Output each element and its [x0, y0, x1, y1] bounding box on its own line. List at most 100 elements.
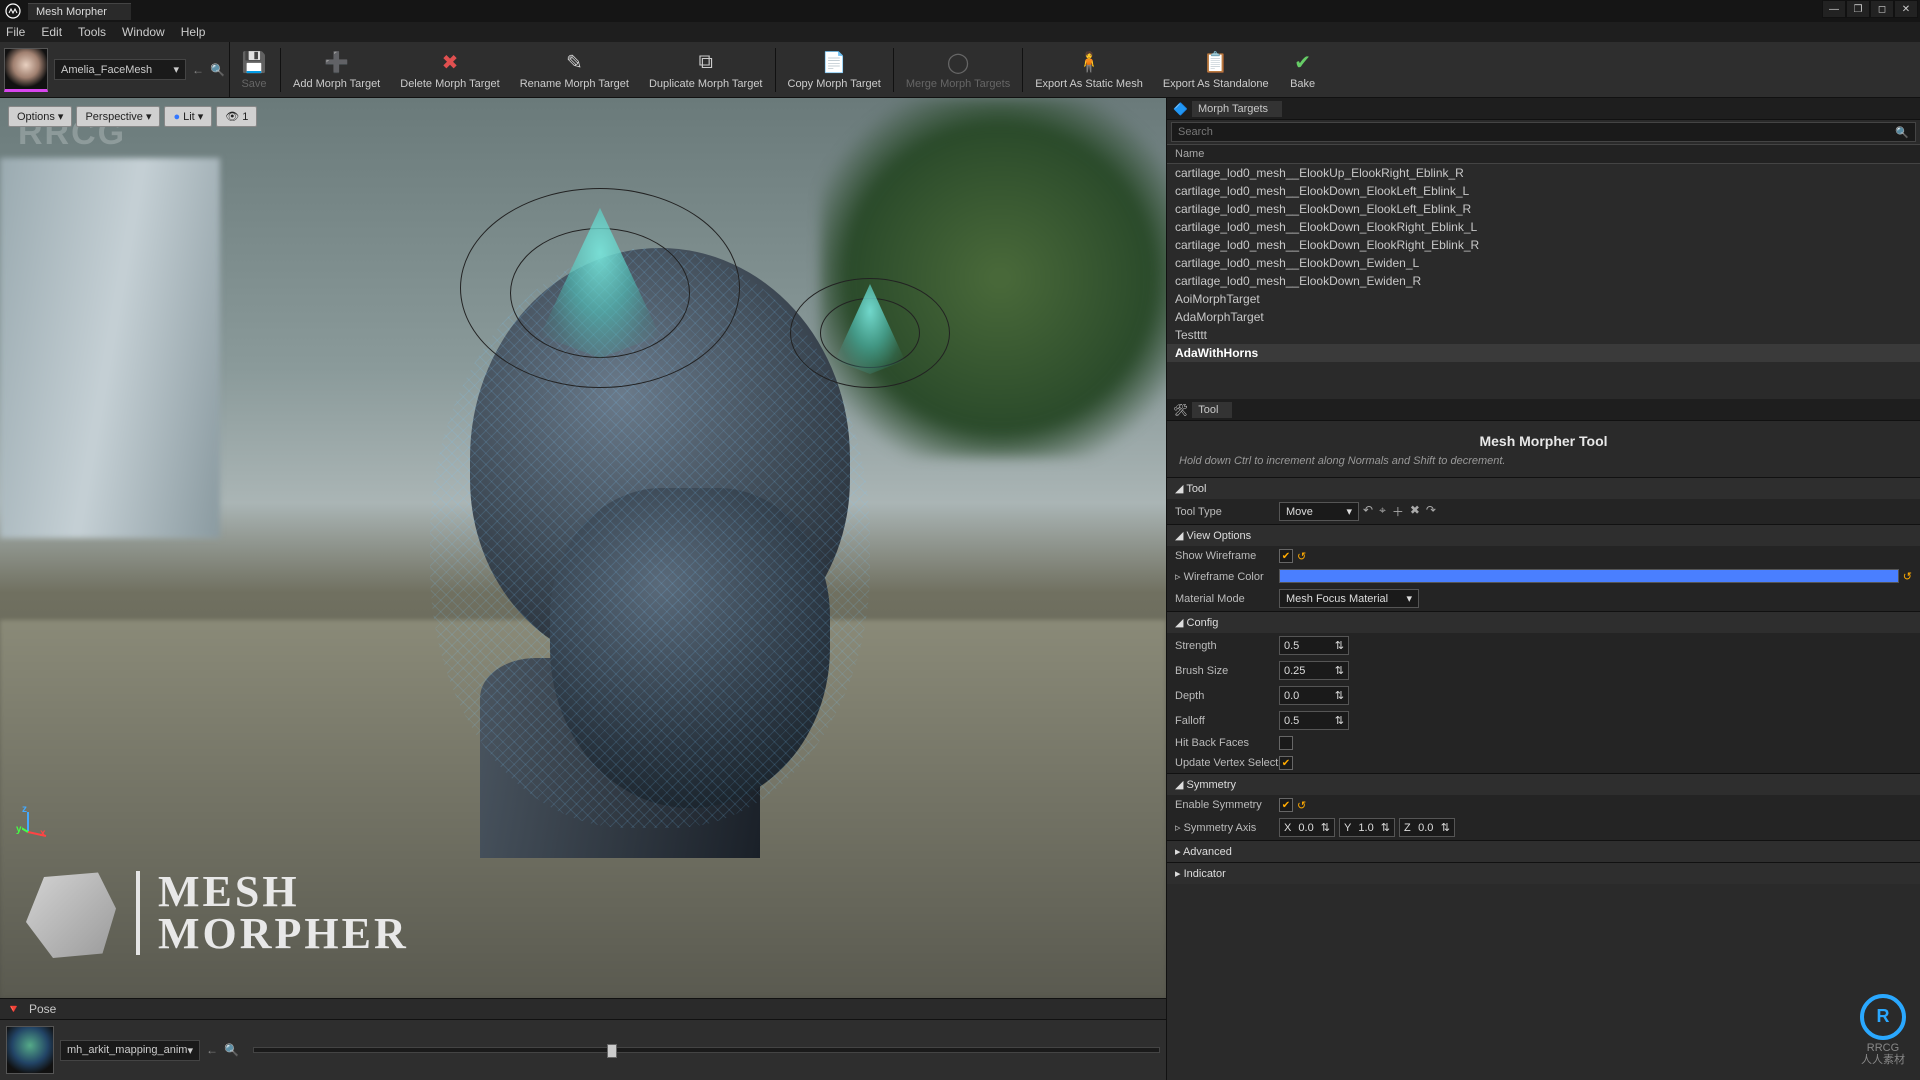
- spinner-icon[interactable]: ⇅: [1335, 714, 1344, 727]
- morph-target-row[interactable]: cartilage_lod0_mesh__ElookDown_Ewiden_R: [1167, 272, 1920, 290]
- asset-nav-back-icon[interactable]: ←: [192, 63, 204, 77]
- anim-nav-back-icon[interactable]: ←: [206, 1043, 218, 1057]
- pose-tab-label[interactable]: Pose: [29, 1002, 56, 1016]
- label-show-wireframe: Show Wireframe: [1175, 550, 1279, 562]
- morph-name-header[interactable]: Name: [1167, 144, 1920, 164]
- menu-tools[interactable]: Tools: [78, 25, 106, 39]
- hit-back-faces-checkbox[interactable]: [1279, 736, 1293, 750]
- morph-target-row[interactable]: cartilage_lod0_mesh__ElookDown_ElookRigh…: [1167, 236, 1920, 254]
- reset-target-icon[interactable]: ⌖: [1379, 503, 1386, 520]
- section-symmetry[interactable]: ◢ Symmetry: [1167, 774, 1920, 795]
- toolbar-rename-button[interactable]: ✎Rename Morph Target: [510, 42, 639, 98]
- pose-tab-bar: 🔻 Pose: [0, 998, 1166, 1020]
- section-config[interactable]: ◢ Config: [1167, 612, 1920, 633]
- logo-text-2: MORPHER: [158, 913, 409, 955]
- search-placeholder: Search: [1178, 126, 1213, 138]
- spinner-icon[interactable]: ⇅: [1321, 821, 1330, 834]
- toolbar-delete-button[interactable]: ✖Delete Morph Target: [390, 42, 509, 98]
- corner-logo-icon: R: [1860, 994, 1906, 1040]
- update-vertex-checkbox[interactable]: ✔: [1279, 756, 1293, 770]
- asset-thumbnail[interactable]: [4, 48, 48, 92]
- section-advanced[interactable]: ▸ Advanced: [1167, 841, 1920, 862]
- clear-icon[interactable]: ✖: [1410, 503, 1420, 520]
- brush-gizmo-left: [460, 158, 740, 438]
- toolbar-exportstand-button[interactable]: 📋Export As Standalone: [1153, 42, 1279, 98]
- merge-icon: ◯: [944, 50, 972, 76]
- label-hit-back-faces: Hit Back Faces: [1175, 737, 1279, 749]
- spinner-icon[interactable]: ⇅: [1441, 821, 1450, 834]
- morph-target-row[interactable]: AoiMorphTarget: [1167, 290, 1920, 308]
- minimize-button[interactable]: —: [1822, 0, 1846, 18]
- morph-target-row[interactable]: Testttt: [1167, 326, 1920, 344]
- anim-timeline[interactable]: [253, 1047, 1160, 1053]
- restore-button[interactable]: ❐: [1846, 0, 1870, 18]
- delete-label: Delete Morph Target: [400, 78, 499, 90]
- anim-thumbnail[interactable]: [6, 1026, 54, 1074]
- anim-asset-dropdown[interactable]: mh_arkit_mapping_anim▾: [60, 1040, 200, 1061]
- maximize-button[interactable]: ◻: [1870, 0, 1894, 18]
- duplicate-label: Duplicate Morph Target: [649, 78, 763, 90]
- toolbar-copy-button[interactable]: 📄Copy Morph Target: [778, 42, 891, 98]
- viewport-show-button[interactable]: 👁 1: [216, 106, 257, 127]
- morph-search-input[interactable]: Search 🔍: [1171, 122, 1916, 142]
- morph-target-row[interactable]: cartilage_lod0_mesh__ElookUp_ElookRight_…: [1167, 164, 1920, 182]
- brush-size-input[interactable]: 0.25⇅: [1279, 661, 1349, 680]
- asset-browse-icon[interactable]: 🔍: [210, 63, 225, 77]
- spinner-icon[interactable]: ⇅: [1335, 664, 1344, 677]
- section-indicator[interactable]: ▸ Indicator: [1167, 863, 1920, 884]
- tool-tab[interactable]: 🛠 Tool: [1167, 399, 1920, 421]
- timeline-cursor[interactable]: [607, 1044, 617, 1058]
- viewport-perspective-button[interactable]: Perspective ▾: [76, 106, 160, 127]
- redo-icon[interactable]: ↷: [1426, 503, 1436, 520]
- depth-input[interactable]: 0.0⇅: [1279, 686, 1349, 705]
- morph-target-row[interactable]: cartilage_lod0_mesh__ElookDown_Ewiden_L: [1167, 254, 1920, 272]
- morph-target-row[interactable]: cartilage_lod0_mesh__ElookDown_ElookLeft…: [1167, 182, 1920, 200]
- section-view-options[interactable]: ◢ View Options: [1167, 525, 1920, 546]
- anim-browse-icon[interactable]: 🔍: [224, 1043, 239, 1057]
- viewport-options-button[interactable]: Options ▾: [8, 106, 72, 127]
- close-button[interactable]: ✕: [1894, 0, 1918, 18]
- sym-y-input[interactable]: Y 1.0 ⇅: [1339, 818, 1395, 837]
- viewport-lit-button[interactable]: ● Lit ▾: [164, 106, 212, 127]
- toolbar-add-button[interactable]: ➕Add Morph Target: [283, 42, 390, 98]
- viewport-3d[interactable]: RRCG Options ▾ Perspective ▾ ● Lit ▾ 👁 1: [0, 98, 1166, 998]
- morph-targets-tab[interactable]: 🔷 Morph Targets: [1167, 98, 1920, 120]
- toolbar-bake-button[interactable]: ✔Bake: [1279, 42, 1327, 98]
- wireframe-color-swatch[interactable]: [1279, 569, 1899, 583]
- undo-icon[interactable]: ↶: [1363, 503, 1373, 520]
- sym-x-input[interactable]: X 0.0 ⇅: [1279, 818, 1335, 837]
- toolbar-duplicate-button[interactable]: ⧉ Duplicate Morph Target: [639, 42, 773, 98]
- toolbar-exportstatic-button[interactable]: 🧍Export As Static Mesh: [1025, 42, 1153, 98]
- title-tab[interactable]: Mesh Morpher: [28, 3, 131, 20]
- strength-input[interactable]: 0.5⇅: [1279, 636, 1349, 655]
- logo-text-1: MESH: [158, 871, 409, 913]
- menu-edit[interactable]: Edit: [41, 25, 62, 39]
- sym-z-input[interactable]: Z 0.0 ⇅: [1399, 818, 1455, 837]
- menu-help[interactable]: Help: [181, 25, 206, 39]
- show-wireframe-checkbox[interactable]: ✔: [1279, 549, 1293, 563]
- menu-file[interactable]: File: [6, 25, 25, 39]
- add-icon[interactable]: ＋: [1392, 503, 1404, 520]
- tool-icon: 🛠: [1173, 403, 1188, 417]
- pose-dropdown-icon[interactable]: 🔻: [6, 1002, 21, 1016]
- spinner-icon[interactable]: ⇅: [1381, 821, 1390, 834]
- morph-target-list[interactable]: cartilage_lod0_mesh__ElookUp_ElookRight_…: [1167, 164, 1920, 399]
- falloff-input[interactable]: 0.5⇅: [1279, 711, 1349, 730]
- spinner-icon[interactable]: ⇅: [1335, 689, 1344, 702]
- section-tool[interactable]: ◢ Tool: [1167, 478, 1920, 499]
- spinner-icon[interactable]: ⇅: [1335, 639, 1344, 652]
- material-mode-dropdown[interactable]: Mesh Focus Material▾: [1279, 589, 1419, 608]
- morph-target-row[interactable]: cartilage_lod0_mesh__ElookDown_ElookLeft…: [1167, 200, 1920, 218]
- menu-window[interactable]: Window: [122, 25, 165, 39]
- revert-icon[interactable]: ↺: [1903, 570, 1912, 583]
- asset-name-dropdown[interactable]: Amelia_FaceMesh▾: [54, 59, 186, 80]
- save-icon: 💾: [240, 50, 268, 76]
- revert-icon[interactable]: ↺: [1297, 799, 1306, 812]
- duplicate-icon: ⧉: [692, 50, 720, 76]
- tool-type-dropdown[interactable]: Move▾: [1279, 502, 1359, 521]
- revert-icon[interactable]: ↺: [1297, 550, 1306, 563]
- enable-symmetry-checkbox[interactable]: ✔: [1279, 798, 1293, 812]
- morph-target-row[interactable]: cartilage_lod0_mesh__ElookDown_ElookRigh…: [1167, 218, 1920, 236]
- morph-target-row[interactable]: AdaWithHorns: [1167, 344, 1920, 362]
- morph-target-row[interactable]: AdaMorphTarget: [1167, 308, 1920, 326]
